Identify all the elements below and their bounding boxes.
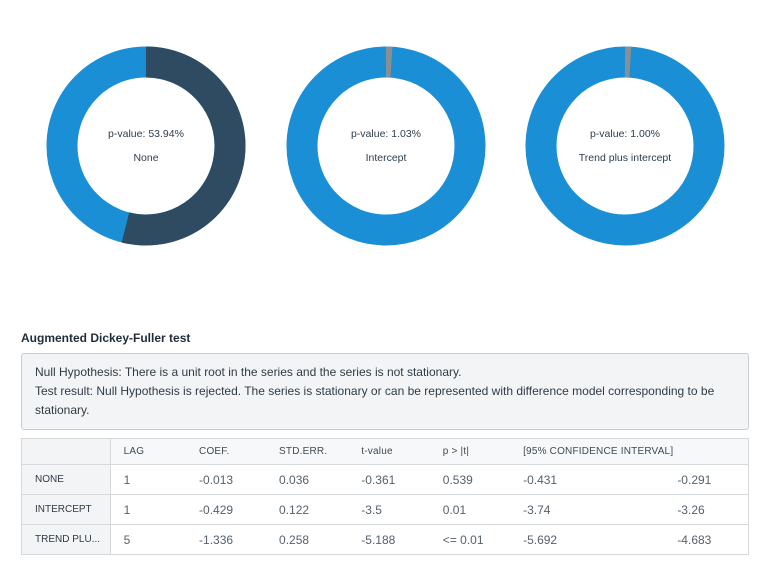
header-cell-ci-upper (673, 438, 749, 465)
donut-trend-plus-intercept: p-value: 1.00% Trend plus intercept (525, 46, 725, 246)
donut-trend-name: Trend plus intercept (578, 152, 672, 164)
donut-none-name: None (133, 152, 159, 164)
header-cell-lag: LAG (110, 438, 188, 465)
cell-coef: -1.336 (187, 524, 268, 555)
section-title: Augmented Dickey-Fuller test (21, 331, 191, 345)
cell-ci-lower: -0.431 (511, 464, 674, 495)
row-label: TREND PLU... (21, 524, 111, 555)
donut-trend-pvalue-label: p-value: 1.00% (589, 127, 661, 140)
table-row: NONE 1 -0.013 0.036 -0.361 0.539 -0.431 … (21, 464, 749, 495)
cell-tvalue: -3.5 (349, 494, 431, 525)
header-cell-row-label (21, 438, 111, 465)
donut-none-pvalue-label: p-value: 53.94% (108, 127, 184, 140)
row-label: INTERCEPT (21, 494, 111, 525)
header-cell-tvalue: t-value (349, 438, 431, 465)
donut-intercept: p-value: 1.03% Intercept (286, 46, 486, 246)
header-cell-coef: COEF. (187, 438, 268, 465)
cell-ci-upper: -4.683 (673, 524, 749, 555)
cell-lag: 1 (110, 464, 188, 495)
cell-tvalue: -5.188 (349, 524, 431, 555)
header-cell-confidence-interval: [95% CONFIDENCE INTERVAL] (511, 438, 674, 465)
row-label: NONE (21, 464, 111, 495)
header-cell-pvalue: p > |t| (430, 438, 512, 465)
table-row: INTERCEPT 1 -0.429 0.122 -3.5 0.01 -3.74… (21, 494, 749, 525)
cell-stderr: 0.258 (267, 524, 350, 555)
hypothesis-info-box: Null Hypothesis: There is a unit root in… (21, 353, 749, 430)
donut-intercept-pvalue-label: p-value: 1.03% (350, 127, 422, 140)
cell-tvalue: -0.361 (349, 464, 431, 495)
donut-intercept-name: Intercept (365, 152, 407, 164)
cell-lag: 5 (110, 524, 188, 555)
cell-stderr: 0.122 (267, 494, 350, 525)
cell-ci-upper: -3.26 (673, 494, 749, 525)
cell-lag: 1 (110, 494, 188, 525)
cell-coef: -0.429 (187, 494, 268, 525)
cell-coef: -0.013 (187, 464, 268, 495)
adf-results-table: LAG COEF. STD.ERR. t-value p > |t| [95% … (21, 438, 749, 555)
cell-pvalue: <= 0.01 (430, 524, 512, 555)
cell-pvalue: 0.01 (430, 494, 512, 525)
cell-ci-lower: -3.74 (511, 494, 674, 525)
cell-ci-lower: -5.692 (511, 524, 674, 555)
null-hypothesis-text: Null Hypothesis: There is a unit root in… (35, 365, 462, 379)
table-header-row: LAG COEF. STD.ERR. t-value p > |t| [95% … (21, 438, 749, 465)
cell-stderr: 0.036 (267, 464, 350, 495)
cell-pvalue: 0.539 (430, 464, 512, 495)
cell-ci-upper: -0.291 (673, 464, 749, 495)
donut-none: p-value: 53.94% None (46, 46, 246, 246)
header-cell-stderr: STD.ERR. (267, 438, 350, 465)
test-result-text: Test result: Null Hypothesis is rejected… (35, 384, 715, 417)
table-row: TREND PLU... 5 -1.336 0.258 -5.188 <= 0.… (21, 524, 749, 555)
